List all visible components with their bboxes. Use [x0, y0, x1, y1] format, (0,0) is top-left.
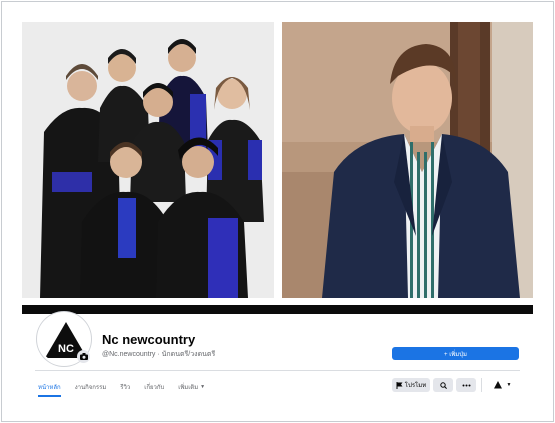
promote-button[interactable]: โปรโมท — [392, 378, 430, 392]
more-options-button[interactable] — [456, 378, 476, 392]
page-tabs: หน้าหลัก งานกิจกรรม รีวิว เกี่ยวกับ เพิ่… — [38, 377, 219, 397]
page-handle-category: @Nc.newcountry · นักดนตรี/วงดนตรี — [102, 351, 216, 358]
tab-about[interactable]: เกี่ยวกับ — [144, 377, 164, 397]
caret-down-icon: ▼ — [506, 382, 512, 388]
tab-reviews[interactable]: รีวิว — [120, 377, 130, 397]
tab-more[interactable]: เพิ่มเติม ▼ — [178, 377, 205, 397]
tab-label: เพิ่มเติม — [178, 385, 199, 391]
svg-text:NC: NC — [58, 343, 74, 355]
camera-icon[interactable] — [77, 350, 90, 363]
header-divider — [35, 370, 520, 371]
cover-photo-portrait — [282, 22, 533, 298]
tab-label: หน้าหลัก — [38, 385, 61, 391]
cover-photo[interactable] — [22, 22, 533, 298]
actions-separator — [481, 378, 482, 392]
more-dots-icon — [462, 384, 470, 386]
tab-label: เกี่ยวกับ — [144, 385, 165, 391]
page-title: Nc newcountry — [102, 332, 196, 347]
tab-label: งานกิจกรรม — [74, 385, 107, 391]
group-photo-illustration — [22, 22, 274, 298]
search-icon — [439, 381, 447, 389]
cover-bottom-bar — [22, 305, 533, 314]
tab-home[interactable]: หน้าหลัก — [38, 377, 61, 397]
tab-label: รีวิว — [120, 385, 131, 391]
portrait-photo-illustration — [282, 22, 533, 298]
add-button[interactable]: + เพิ่มปุ่ม — [392, 347, 519, 360]
search-button[interactable] — [433, 378, 453, 392]
tab-events[interactable]: งานกิจกรรม — [75, 377, 107, 397]
caret-down-icon: ▼ — [200, 384, 206, 390]
profile-switcher[interactable]: ▼ — [488, 378, 516, 392]
cover-photo-group — [22, 22, 274, 298]
flag-icon — [396, 381, 403, 389]
nc-mini-logo-icon — [492, 380, 503, 390]
promote-label: โปรโมท — [404, 383, 427, 389]
